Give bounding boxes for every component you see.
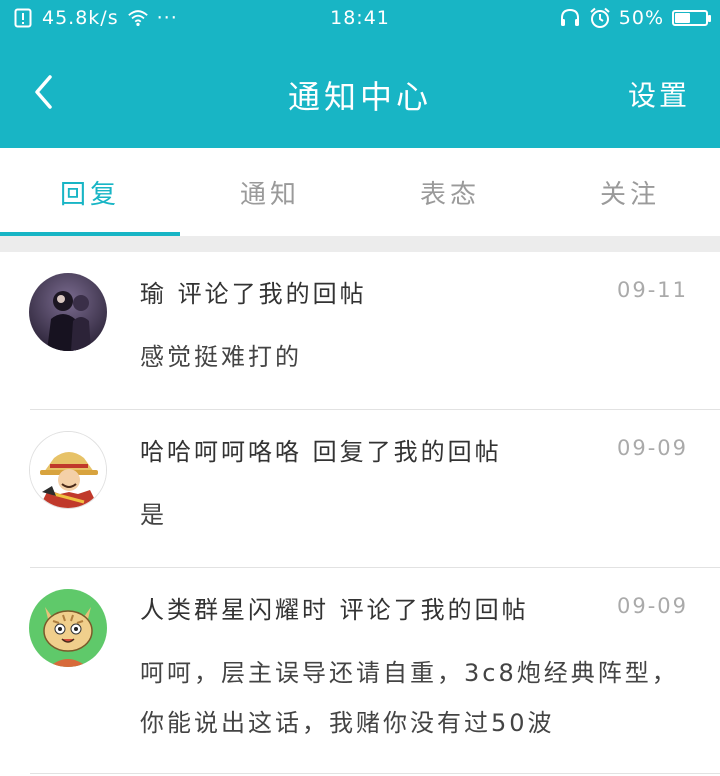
page-title: 通知中心: [287, 78, 432, 116]
tab-bar: 回复 通知 表态 关注: [0, 148, 720, 236]
list-item[interactable]: 瑜 评论了我的回帖 09-11 感觉挺难打的: [0, 252, 720, 410]
tab-notifications[interactable]: 通知: [180, 148, 360, 236]
avatar[interactable]: [29, 273, 107, 351]
message-list: 瑜 评论了我的回帖 09-11 感觉挺难打的 哈哈呵呵咯咯 回复了我的回帖 09…: [0, 252, 720, 774]
list-item[interactable]: 哈哈呵呵咯咯 回复了我的回帖 09-09 是: [0, 410, 720, 568]
avatar[interactable]: [29, 431, 107, 509]
header: 45.8k/s ··· 18:41 50% 通知中心 设置: [0, 0, 720, 148]
tab-follows[interactable]: 关注: [540, 148, 720, 236]
list-item[interactable]: 人类群星闪耀时 评论了我的回帖 09-09 呵呵，层主误导还请自重，3c8炮经典…: [0, 568, 720, 774]
battery-percent: 50%: [618, 7, 664, 29]
settings-button[interactable]: 设置: [628, 74, 690, 114]
message-body: 感觉挺难打的: [140, 343, 302, 371]
message-body: 是: [140, 501, 167, 529]
tab-replies[interactable]: 回复: [0, 148, 180, 236]
message-body: 呵呵，层主误导还请自重，3c8炮经典阵型，你能说出这话，我赌你没有过50波: [140, 659, 679, 737]
message-date: 09-09: [616, 594, 688, 618]
status-right: 50%: [559, 7, 711, 29]
divider: [30, 773, 720, 774]
status-bar: 45.8k/s ··· 18:41 50%: [0, 0, 720, 36]
message-title: 人类群星闪耀时 评论了我的回帖: [140, 596, 529, 624]
message-date: 09-09: [616, 436, 688, 460]
battery-icon: [672, 10, 711, 26]
alarm-icon: [589, 7, 611, 29]
headset-icon: [559, 7, 581, 29]
app-bar: 通知中心 设置: [0, 52, 720, 132]
battery-fill: [675, 13, 690, 23]
message-title: 瑜 评论了我的回帖: [140, 280, 367, 308]
message-date: 09-11: [616, 278, 688, 302]
section-divider: [0, 236, 720, 252]
avatar[interactable]: [29, 589, 107, 667]
tab-reactions[interactable]: 表态: [360, 148, 540, 236]
message-title: 哈哈呵呵咯咯 回复了我的回帖: [140, 438, 502, 466]
